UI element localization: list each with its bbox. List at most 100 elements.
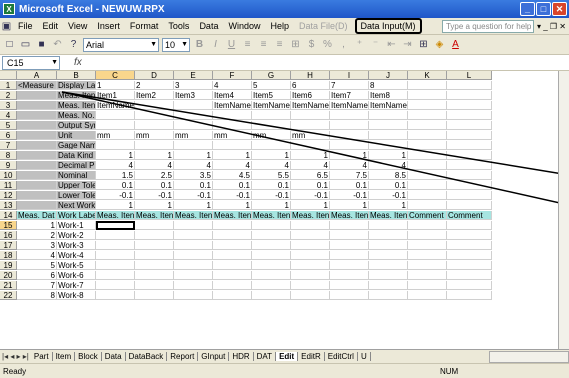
cell[interactable] xyxy=(447,241,492,250)
cell[interactable] xyxy=(96,141,135,150)
cell[interactable] xyxy=(96,111,135,120)
cell[interactable]: Comment xyxy=(408,211,447,220)
menu-data-input[interactable]: Data Input(M) xyxy=(354,18,422,34)
cell[interactable]: Meas. Iten xyxy=(174,211,213,220)
cell[interactable] xyxy=(174,231,213,240)
cell[interactable]: -0.1 xyxy=(291,191,330,200)
cell[interactable]: 0.1 xyxy=(291,181,330,190)
vertical-scrollbar[interactable] xyxy=(558,71,569,349)
cell[interactable] xyxy=(408,131,447,140)
cell[interactable]: Display La xyxy=(57,81,96,90)
cell[interactable]: Item4 xyxy=(213,91,252,100)
cell[interactable]: Work-5 xyxy=(57,261,96,270)
cell[interactable]: 4 xyxy=(96,161,135,170)
cell[interactable]: -0.1 xyxy=(369,191,408,200)
align-left-icon[interactable]: ≡ xyxy=(241,39,254,50)
cell[interactable] xyxy=(447,281,492,290)
menu-data[interactable]: Data xyxy=(194,21,223,31)
cell[interactable]: mm xyxy=(291,131,330,140)
cell[interactable] xyxy=(447,231,492,240)
cell[interactable] xyxy=(96,281,135,290)
cell[interactable]: 3 xyxy=(174,81,213,90)
cell[interactable]: -0.1 xyxy=(330,191,369,200)
cell[interactable] xyxy=(174,251,213,260)
currency-icon[interactable]: $ xyxy=(305,39,318,50)
cell[interactable] xyxy=(135,231,174,240)
cell[interactable] xyxy=(447,121,492,130)
active-cell[interactable] xyxy=(96,221,135,230)
cell[interactable] xyxy=(135,281,174,290)
cell[interactable] xyxy=(96,291,135,300)
cell[interactable] xyxy=(291,281,330,290)
column-header-k[interactable]: K xyxy=(408,71,447,80)
menu-help[interactable]: Help xyxy=(265,21,294,31)
tab-editctrl[interactable]: EditCtrl xyxy=(325,352,358,361)
cell[interactable] xyxy=(291,251,330,260)
cell[interactable] xyxy=(252,231,291,240)
cell[interactable]: Meas. No. xyxy=(57,111,96,120)
cell[interactable] xyxy=(252,261,291,270)
cell[interactable] xyxy=(96,271,135,280)
cell[interactable]: 6.5 xyxy=(291,171,330,180)
open-icon[interactable]: ▭ xyxy=(19,39,32,50)
cell[interactable]: 2.5 xyxy=(135,171,174,180)
tab-part[interactable]: Part xyxy=(31,352,53,361)
cell[interactable]: Meas. Iten xyxy=(96,211,135,220)
help-icon[interactable]: ? xyxy=(67,39,80,50)
cell[interactable] xyxy=(447,141,492,150)
cell[interactable]: 1 xyxy=(369,151,408,160)
column-header-l[interactable]: L xyxy=(447,71,492,80)
cell[interactable]: 4 xyxy=(291,161,330,170)
cell[interactable] xyxy=(252,221,291,230)
tab-ginput[interactable]: GInput xyxy=(198,352,230,361)
cell[interactable]: 0.1 xyxy=(213,181,252,190)
cell[interactable]: 2 xyxy=(135,81,174,90)
cell[interactable] xyxy=(447,131,492,140)
cell[interactable]: 1 xyxy=(252,201,291,210)
close-button[interactable]: ✕ xyxy=(552,2,567,16)
cell[interactable] xyxy=(408,201,447,210)
cell[interactable]: ItemName xyxy=(330,101,369,110)
tab-edit[interactable]: Edit xyxy=(276,352,299,361)
tab-item[interactable]: Item xyxy=(53,352,76,361)
cell[interactable]: -0.1 xyxy=(213,191,252,200)
column-header-c[interactable]: C xyxy=(96,71,135,80)
cell[interactable]: Meas. Iten xyxy=(135,211,174,220)
cell[interactable]: Lower Tole xyxy=(57,191,96,200)
cell[interactable] xyxy=(408,161,447,170)
cell[interactable] xyxy=(96,121,135,130)
column-header-e[interactable]: E xyxy=(174,71,213,80)
cell[interactable]: 5 xyxy=(252,81,291,90)
cell[interactable] xyxy=(96,231,135,240)
cell[interactable] xyxy=(408,81,447,90)
cell[interactable] xyxy=(135,261,174,270)
cell[interactable] xyxy=(96,241,135,250)
cell[interactable] xyxy=(330,261,369,270)
cell[interactable] xyxy=(174,121,213,130)
cell[interactable]: -0.1 xyxy=(96,191,135,200)
cell[interactable] xyxy=(369,251,408,260)
help-search-input[interactable]: Type a question for help xyxy=(441,19,534,33)
cell[interactable] xyxy=(330,131,369,140)
menu-insert[interactable]: Insert xyxy=(92,21,125,31)
cell[interactable] xyxy=(447,81,492,90)
cell[interactable]: Next Work xyxy=(57,201,96,210)
cell[interactable] xyxy=(213,281,252,290)
cell[interactable] xyxy=(291,271,330,280)
cell[interactable] xyxy=(369,261,408,270)
tab-block[interactable]: Block xyxy=(75,352,102,361)
column-header-j[interactable]: J xyxy=(369,71,408,80)
cell[interactable] xyxy=(447,291,492,300)
cell[interactable]: 0.1 xyxy=(252,181,291,190)
cell[interactable] xyxy=(213,221,252,230)
select-all-corner[interactable] xyxy=(0,71,17,80)
font-color-icon[interactable]: A xyxy=(449,39,462,50)
cell[interactable]: Item2 xyxy=(135,91,174,100)
tab-data[interactable]: Data xyxy=(102,352,126,361)
cell[interactable] xyxy=(330,291,369,300)
cell[interactable]: Meas. Iten xyxy=(330,211,369,220)
cell[interactable]: 7 xyxy=(17,281,57,290)
cell[interactable] xyxy=(135,271,174,280)
cell[interactable]: Item5 xyxy=(252,91,291,100)
cell[interactable] xyxy=(174,241,213,250)
